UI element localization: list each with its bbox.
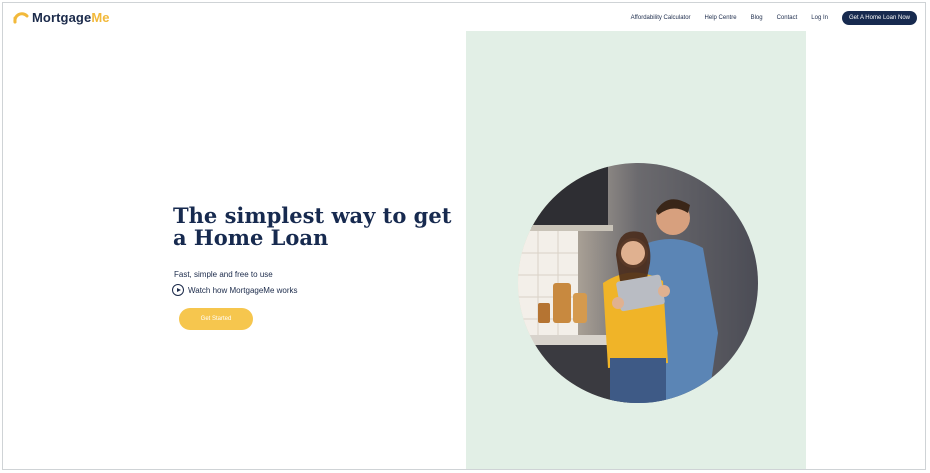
nav-help-centre[interactable]: Help Centre (705, 15, 737, 21)
logo[interactable]: MortgageMe (13, 9, 110, 25)
nav-affordability-calculator[interactable]: Affordability Calculator (631, 15, 691, 21)
logo-text: MortgageMe (32, 10, 110, 25)
watch-video-label: Watch how MortgageMe works (188, 285, 298, 295)
browser-viewport: MortgageMe Affordability Calculator Help… (2, 2, 926, 470)
nav-blog[interactable]: Blog (751, 15, 763, 21)
logo-text-accent: Me (91, 9, 110, 25)
nav-contact[interactable]: Contact (777, 15, 798, 21)
logo-arc-icon (13, 12, 29, 24)
site-header: MortgageMe Affordability Calculator Help… (3, 3, 925, 33)
logo-text-main: Mortgage (32, 9, 92, 25)
watch-video-link[interactable]: Watch how MortgageMe works (172, 284, 298, 296)
hero-subtitle: Fast, simple and free to use (174, 270, 273, 279)
get-started-button[interactable]: Get Started (179, 308, 253, 330)
hero-couple-photo (518, 163, 758, 403)
get-home-loan-button[interactable]: Get A Home Loan Now (841, 11, 917, 25)
main-nav: Affordability Calculator Help Centre Blo… (617, 11, 917, 25)
play-circle-icon (172, 284, 184, 296)
nav-log-in[interactable]: Log In (811, 15, 828, 21)
hero-headline: The simplest way to get a Home Loan (173, 203, 452, 250)
